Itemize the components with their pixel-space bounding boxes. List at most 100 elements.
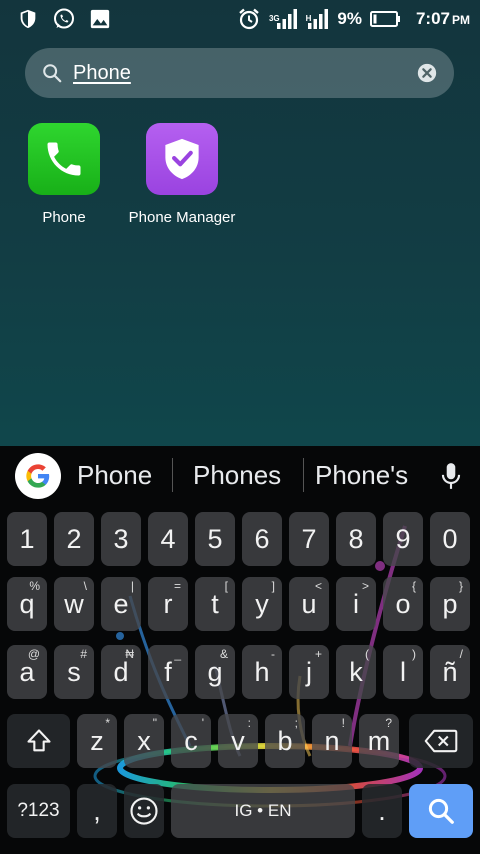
key-3[interactable]: 3 bbox=[101, 512, 141, 566]
key-m[interactable]: m? bbox=[359, 714, 399, 768]
key-v-secondary-label: : bbox=[247, 716, 251, 730]
key-v-label: v bbox=[231, 725, 245, 756]
app-phone-manager[interactable]: Phone Manager bbox=[129, 123, 235, 226]
shift-key[interactable] bbox=[7, 714, 70, 768]
key-s[interactable]: s # bbox=[54, 645, 94, 699]
key-k-secondary-label: ( bbox=[365, 647, 369, 661]
key-r[interactable]: r = bbox=[148, 577, 188, 631]
suggestion-2[interactable]: Phones bbox=[193, 460, 281, 491]
key-5-label: 5 bbox=[207, 523, 223, 554]
key-u-secondary-label: < bbox=[314, 579, 322, 593]
key-w-secondary-label: \ bbox=[83, 579, 87, 593]
phone-manager-app-icon[interactable] bbox=[146, 123, 218, 195]
app-search-bar[interactable]: Phone bbox=[25, 48, 454, 98]
search-key[interactable] bbox=[409, 784, 473, 838]
comma-key[interactable]: , bbox=[77, 784, 117, 838]
key-5[interactable]: 5 bbox=[195, 512, 235, 566]
period-key-label: . bbox=[378, 795, 386, 826]
clock-ampm: PM bbox=[452, 13, 470, 27]
key-y[interactable]: y] bbox=[242, 577, 282, 631]
key-6-label: 6 bbox=[254, 523, 270, 554]
key-9-label: 9 bbox=[395, 523, 411, 554]
key-f[interactable]: f _ bbox=[148, 645, 188, 699]
key-p-label: p bbox=[442, 588, 458, 619]
key-7[interactable]: 7 bbox=[289, 512, 329, 566]
key-l[interactable]: l) bbox=[383, 645, 423, 699]
key-n[interactable]: n! bbox=[312, 714, 352, 768]
gallery-icon bbox=[88, 7, 112, 31]
key-n-secondary-label: ! bbox=[341, 716, 345, 730]
phone-app-icon[interactable] bbox=[28, 123, 100, 195]
key-j[interactable]: j + bbox=[289, 645, 329, 699]
network-type-label: 3G bbox=[268, 14, 280, 23]
key-0[interactable]: 0 bbox=[430, 512, 470, 566]
key-3-label: 3 bbox=[113, 523, 129, 554]
key-a[interactable]: a @ bbox=[7, 645, 47, 699]
key-ñ[interactable]: ñ / bbox=[430, 645, 470, 699]
key-w[interactable]: w \ bbox=[54, 577, 94, 631]
search-key-icon bbox=[426, 796, 456, 826]
key-h[interactable]: h- bbox=[242, 645, 282, 699]
key-e-label: e bbox=[113, 588, 129, 619]
key-l-label: l bbox=[400, 656, 406, 687]
key-9[interactable]: 9 bbox=[383, 512, 423, 566]
search-input[interactable]: Phone bbox=[73, 62, 416, 85]
key-z[interactable]: z * bbox=[77, 714, 117, 768]
key-b-label: b bbox=[277, 725, 293, 756]
key-d-label: d bbox=[113, 656, 129, 687]
key-6[interactable]: 6 bbox=[242, 512, 282, 566]
clear-search-icon[interactable] bbox=[416, 62, 438, 84]
key-f-label: f bbox=[164, 656, 172, 687]
key-v[interactable]: v: bbox=[218, 714, 258, 768]
key-s-label: s bbox=[67, 656, 81, 687]
key-0-label: 0 bbox=[442, 523, 458, 554]
key-o-label: o bbox=[395, 588, 411, 619]
signal-3g: 3G bbox=[269, 9, 298, 29]
backspace-key[interactable] bbox=[409, 714, 473, 768]
battery-percent: 9% bbox=[337, 9, 362, 28]
key-x[interactable]: x " bbox=[124, 714, 164, 768]
key-a-label: a bbox=[19, 656, 35, 687]
key-t-secondary-label: [ bbox=[224, 579, 228, 593]
key-k[interactable]: k( bbox=[336, 645, 376, 699]
key-i[interactable]: i > bbox=[336, 577, 376, 631]
comma-key-label: , bbox=[93, 795, 101, 826]
key-4[interactable]: 4 bbox=[148, 512, 188, 566]
network-type-label-2: H bbox=[305, 14, 312, 23]
emoji-key[interactable] bbox=[124, 784, 164, 838]
key-p[interactable]: p} bbox=[430, 577, 470, 631]
key-t[interactable]: t[ bbox=[195, 577, 235, 631]
key-a-secondary-label: @ bbox=[27, 647, 40, 661]
key-l-secondary-label: ) bbox=[412, 647, 416, 661]
clock-time: 7:07 bbox=[415, 9, 450, 28]
key-h-secondary-label: - bbox=[271, 647, 275, 661]
key-ñ-label: ñ bbox=[442, 656, 458, 687]
key-2[interactable]: 2 bbox=[54, 512, 94, 566]
key-1[interactable]: 1 bbox=[7, 512, 47, 566]
suggestion-3[interactable]: Phone's bbox=[315, 460, 408, 491]
key-o[interactable]: o{ bbox=[383, 577, 423, 631]
key-c[interactable]: c ' bbox=[171, 714, 211, 768]
key-u[interactable]: u < bbox=[289, 577, 329, 631]
key-z-secondary-label: * bbox=[105, 716, 110, 730]
symbols-key-label: ?123 bbox=[17, 800, 60, 821]
space-key[interactable]: IG • EN bbox=[171, 784, 355, 838]
suggestion-1[interactable]: Phone bbox=[77, 460, 152, 491]
key-q[interactable]: q% bbox=[7, 577, 47, 631]
app-phone[interactable]: Phone bbox=[28, 123, 100, 226]
shift-icon bbox=[24, 727, 54, 755]
status-bar: 3G H 9% 7:07 PM bbox=[0, 0, 480, 38]
period-key[interactable]: . bbox=[362, 784, 402, 838]
key-q-secondary-label: % bbox=[29, 579, 40, 593]
microphone-icon[interactable] bbox=[438, 461, 464, 491]
key-d[interactable]: d ₦ bbox=[101, 645, 141, 699]
symbols-key[interactable]: ?123 bbox=[7, 784, 70, 838]
key-b[interactable]: b; bbox=[265, 714, 305, 768]
key-g-secondary-label: & bbox=[219, 647, 228, 661]
key-8[interactable]: 8 bbox=[336, 512, 376, 566]
key-u-label: u bbox=[301, 588, 317, 619]
key-e[interactable]: e | bbox=[101, 577, 141, 631]
google-icon[interactable] bbox=[15, 453, 61, 499]
key-g[interactable]: g & bbox=[195, 645, 235, 699]
key-x-secondary-label: " bbox=[152, 716, 157, 730]
